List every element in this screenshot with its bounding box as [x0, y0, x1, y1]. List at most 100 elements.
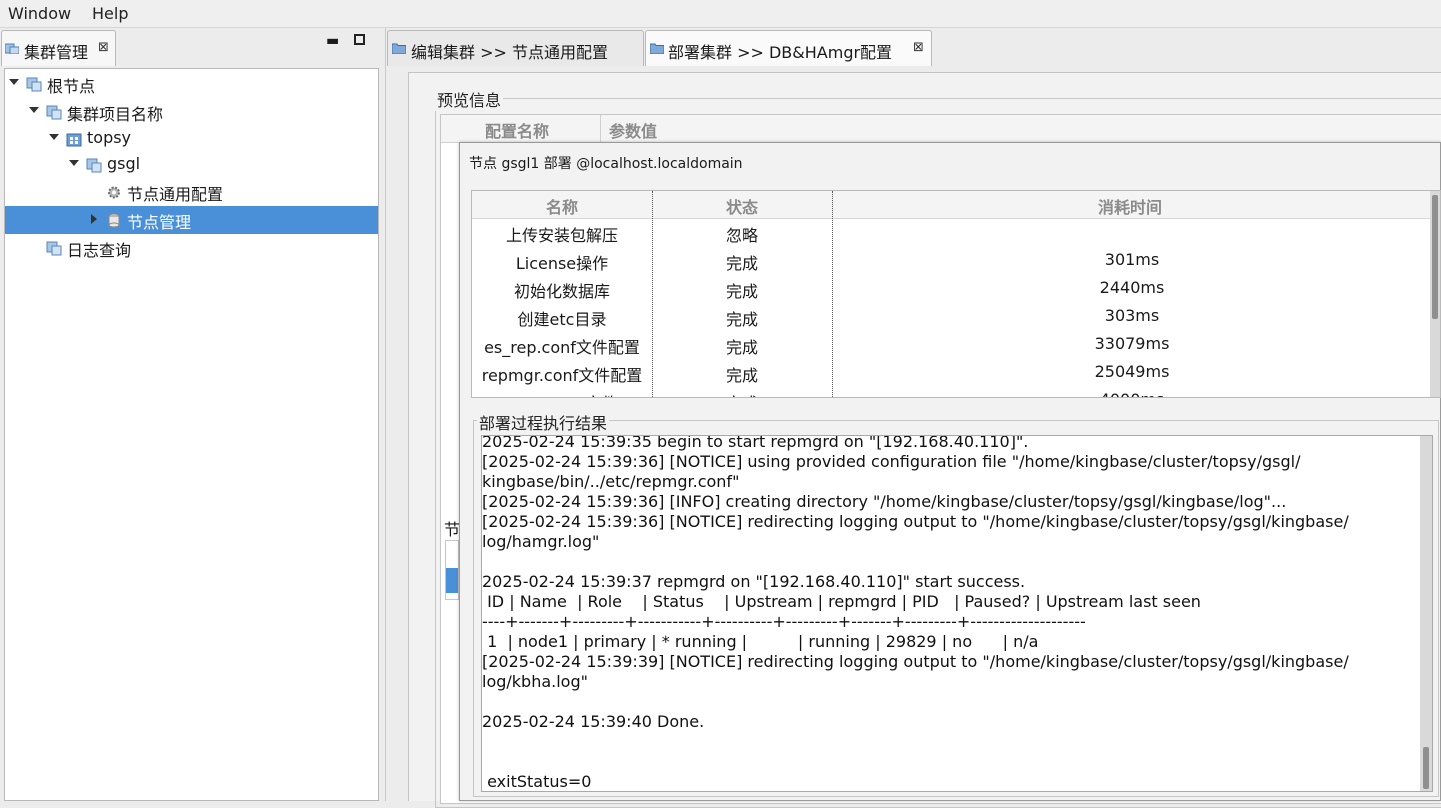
scrollbar-thumb[interactable]: [1423, 747, 1429, 789]
folder-icon: [392, 43, 406, 54]
tree-item-label: topsy: [87, 128, 132, 147]
step-status: 完成: [725, 310, 758, 329]
tree-item-topsy[interactable]: topsy: [5, 126, 378, 152]
deploy-step-table: 名称 状态 消耗时间 上传安装包解压 忽略 License操作 完成 301ms…: [471, 190, 1441, 398]
table-scrollbar[interactable]: [1430, 191, 1440, 397]
gear-icon: [108, 186, 120, 199]
step-elapsed: 25049ms: [1094, 362, 1170, 381]
cluster-tree: 根节点 集群项目名称 topsy gsgl 节点通用配置 节点管理 日志查询: [4, 68, 379, 801]
log-line: ----+-------+---------+-----------+-----…: [482, 612, 1086, 631]
step-status: 完成: [725, 254, 758, 273]
tab-deploy-cluster[interactable]: 部署集群 >> DB&HAmgr配置 ⊠: [645, 30, 932, 66]
log-line: [2025-02-24 15:39:36] [NOTICE] using pro…: [482, 452, 1301, 471]
close-icon[interactable]: ⊠: [913, 40, 924, 55]
table-row[interactable]: 上传安装包解压 忽略: [472, 219, 1430, 247]
step-name: es_rep.conf文件配置: [484, 338, 640, 357]
step-status: 完成: [725, 366, 758, 385]
step-name: kbha.conf文件: [472, 390, 652, 397]
cluster-folder-icon: [46, 241, 62, 256]
log-group-title: 部署过程执行结果: [477, 410, 610, 434]
tab-edit-cluster[interactable]: 编辑集群 >> 节点通用配置: [387, 30, 644, 66]
step-name: 创建etc目录: [517, 310, 607, 329]
deploy-log-output[interactable]: 2025-02-24 15:39:35 begin to start repmg…: [481, 435, 1433, 792]
log-scrollbar[interactable]: [1420, 436, 1432, 791]
log-line: log/hamgr.log": [482, 532, 600, 551]
tree-item-label: 日志查询: [67, 241, 132, 260]
expand-arrow-icon[interactable]: [9, 79, 19, 85]
step-table-header: 名称 状态 消耗时间: [472, 191, 1430, 219]
table-row[interactable]: es_rep.conf文件配置 完成 33079ms: [472, 331, 1430, 359]
step-status: 完成: [725, 338, 758, 357]
cluster-folder-icon: [46, 105, 62, 120]
tab-label: 编辑集群 >> 节点通用配置: [411, 43, 608, 62]
tree-item-project[interactable]: 集群项目名称: [5, 99, 378, 125]
step-status: 完成: [652, 390, 832, 397]
column-divider: [600, 115, 601, 143]
tree-item-root[interactable]: 根节点: [5, 71, 378, 97]
expand-arrow-icon[interactable]: [29, 107, 39, 113]
log-line: [2025-02-24 15:39:36] [NOTICE] redirecti…: [482, 512, 1349, 531]
cluster-folder-icon: [86, 158, 102, 173]
tree-item-label: 集群项目名称: [67, 105, 164, 124]
tab-cluster-management[interactable]: 集群管理 ⊠: [1, 30, 116, 66]
tree-item-label: 节点管理: [127, 213, 192, 232]
column-header-config-name: 配置名称: [485, 122, 550, 141]
tree-item-node-management[interactable]: 节点管理: [5, 206, 378, 234]
hidden-section-label: 节: [444, 520, 461, 539]
folder-icon: [650, 43, 664, 54]
column-header-param-value: 参数值: [609, 122, 658, 141]
expand-arrow-icon[interactable]: [49, 134, 59, 140]
database-icon: [108, 213, 120, 228]
step-elapsed: 301ms: [1104, 250, 1160, 269]
tab-label: 部署集群 >> DB&HAmgr配置: [668, 43, 893, 62]
step-name: 上传安装包解压: [505, 226, 618, 245]
column-header-elapsed: 消耗时间: [1097, 198, 1162, 217]
tree-item-log-query[interactable]: 日志查询: [5, 235, 378, 261]
cluster-icon: [66, 133, 82, 147]
preview-table-header: 配置名称 参数值: [441, 115, 1441, 143]
step-elapsed: 33079ms: [1094, 334, 1170, 353]
step-status: 忽略: [725, 226, 758, 245]
tree-item-label: gsgl: [107, 154, 141, 173]
table-row[interactable]: License操作 完成 301ms: [472, 247, 1430, 275]
log-line: log/kbha.log": [482, 672, 588, 691]
log-line: [2025-02-24 15:39:36] [INFO] creating di…: [482, 492, 1287, 511]
menu-help[interactable]: Help: [92, 4, 128, 23]
hidden-list-selection: [446, 568, 458, 593]
close-icon[interactable]: ⊠: [98, 40, 109, 55]
column-header-name: 名称: [545, 198, 578, 217]
tab-label: 集群管理: [24, 43, 89, 62]
log-line: 2025-02-24 15:39:37 repmgrd on "[192.168…: [482, 572, 1026, 591]
log-line: ID | Name | Role | Status | Upstream | r…: [482, 592, 1201, 611]
maximize-icon[interactable]: [354, 34, 365, 45]
preview-group-title: 预览信息: [435, 87, 504, 111]
step-name: License操作: [515, 254, 609, 273]
step-elapsed: 4000ms: [832, 390, 1432, 397]
tree-item-label: 节点通用配置: [127, 185, 224, 204]
log-line: exitStatus=0: [482, 772, 592, 791]
column-header-status: 状态: [725, 198, 758, 217]
step-elapsed: 303ms: [1104, 306, 1160, 325]
log-line: [2025-02-24 15:39:39] [NOTICE] redirecti…: [482, 652, 1349, 671]
tree-item-gsgl[interactable]: gsgl: [5, 152, 378, 178]
cluster-folder-icon: [26, 77, 42, 92]
dialog-title: 节点 gsgl1 部署 @localhost.localdomain: [469, 156, 743, 172]
scrollbar-thumb[interactable]: [1432, 195, 1438, 319]
cluster-folder-icon: [5, 43, 19, 54]
expand-arrow-icon[interactable]: [69, 160, 79, 166]
log-line: 2025-02-24 15:39:40 Done.: [482, 712, 705, 731]
log-line: 2025-02-24 15:39:35 begin to start repmg…: [482, 435, 1029, 451]
menu-bar: Window Help: [0, 0, 1441, 28]
step-status: 完成: [725, 282, 758, 301]
log-line: kingbase/bin/../etc/repmgr.conf": [482, 472, 740, 491]
expand-arrow-icon[interactable]: [91, 214, 97, 224]
table-row[interactable]: repmgr.conf文件配置 完成 25049ms: [472, 359, 1430, 387]
tree-item-label: 根节点: [47, 77, 96, 96]
table-row[interactable]: 创建etc目录 完成 303ms: [472, 303, 1430, 331]
tree-item-node-common-config[interactable]: 节点通用配置: [5, 179, 378, 205]
step-name: 初始化数据库: [513, 282, 610, 301]
menu-window[interactable]: Window: [8, 4, 71, 23]
table-row[interactable]: kbha.conf文件 完成 4000ms: [472, 387, 1432, 397]
table-row[interactable]: 初始化数据库 完成 2440ms: [472, 275, 1430, 303]
minimize-icon[interactable]: ▬: [326, 33, 339, 49]
